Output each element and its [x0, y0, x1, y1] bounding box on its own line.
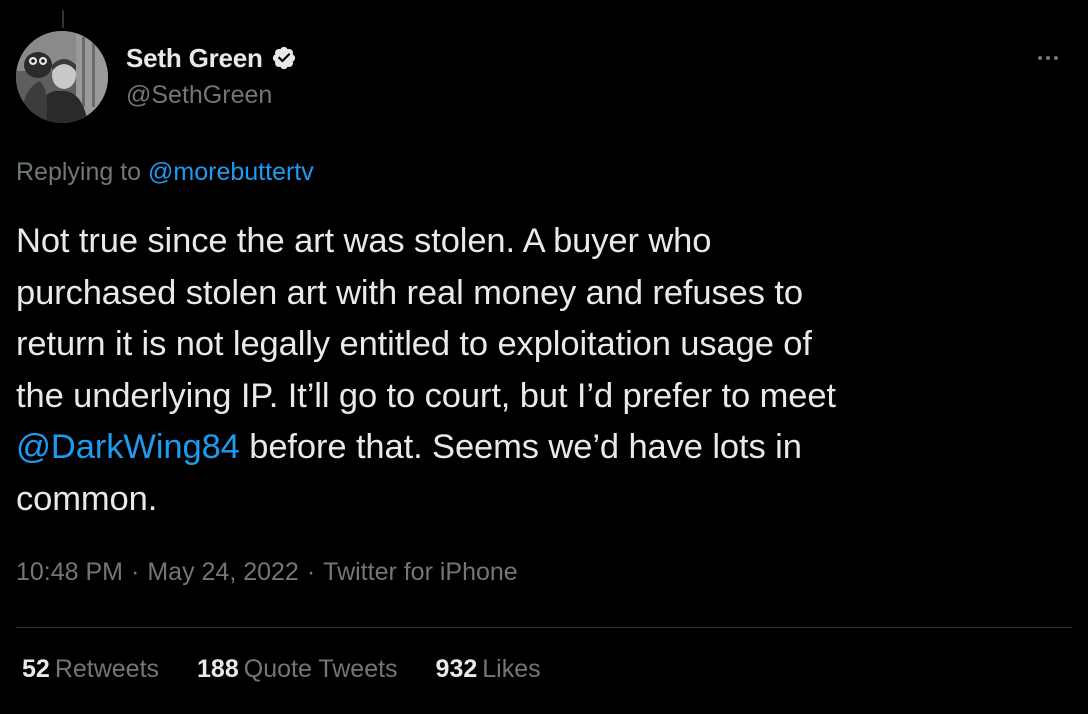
avatar-photo	[16, 31, 108, 123]
tweet-text: Not true since the art was stolen. A buy…	[16, 216, 1076, 525]
divider	[16, 627, 1072, 628]
tweet-text-line: return it is not legally entitled to exp…	[16, 325, 812, 363]
likes-count: 932	[435, 655, 478, 683]
tweet-text-line: purchased stolen art with real money and…	[16, 273, 803, 312]
replying-to-mention-link[interactable]: @morebuttertv	[148, 158, 314, 186]
more-options-icon-dot	[1046, 56, 1050, 60]
replying-to-label: Replying to	[16, 158, 142, 186]
tweet-time-link[interactable]: 10:48 PM	[16, 558, 123, 586]
meta-separator: ·	[306, 558, 316, 586]
avatar[interactable]	[16, 31, 108, 123]
likes-stat[interactable]: 932 Likes	[436, 652, 541, 686]
meta-separator: ·	[131, 558, 140, 586]
author-display-name[interactable]: Seth Green	[126, 40, 263, 76]
tweet-source-link[interactable]: Twitter for iPhone	[323, 558, 518, 586]
tweet-text-fragment: before that. Seems we’d have lots in	[239, 428, 802, 466]
retweets-stat[interactable]: 52 Retweets	[22, 652, 159, 686]
tweet-text-line: common.	[16, 479, 158, 518]
more-options-button[interactable]	[1030, 44, 1066, 72]
engagement-stats: 52 Retweets 188 Quote Tweets 932 Likes	[22, 652, 579, 686]
quote-tweets-label: Quote Tweets	[243, 655, 398, 683]
tweet-text-line: Not true since the art was stolen. A buy…	[16, 222, 712, 260]
more-options-icon	[1038, 56, 1042, 60]
replying-to: Replying to @morebuttertv	[16, 155, 314, 189]
author-handle[interactable]: @SethGreen	[126, 78, 297, 112]
tweet-text-line: @DarkWing84 before that. Seems we’d have…	[16, 422, 1076, 474]
author-name-row: Seth Green	[126, 40, 297, 76]
quote-tweets-count: 188	[197, 655, 239, 683]
tweet-text-line: the underlying IP. It’ll go to court, bu…	[16, 376, 836, 415]
quote-tweets-stat[interactable]: 188 Quote Tweets	[197, 652, 398, 686]
verified-badge-icon	[271, 45, 297, 71]
tweet-date-link[interactable]: May 24, 2022	[147, 558, 299, 586]
tweet-author: Seth Green @SethGreen	[126, 40, 297, 112]
retweets-label: Retweets	[54, 655, 160, 683]
tweet-mention-link[interactable]: @DarkWing84	[16, 428, 240, 466]
retweets-count: 52	[22, 655, 50, 683]
likes-label: Likes	[482, 655, 541, 683]
more-options-icon-dot	[1054, 56, 1058, 60]
tweet-metadata: 10:48 PM · May 24, 2022 · Twitter for iPhone	[16, 555, 518, 589]
thread-connector-line	[62, 10, 64, 28]
